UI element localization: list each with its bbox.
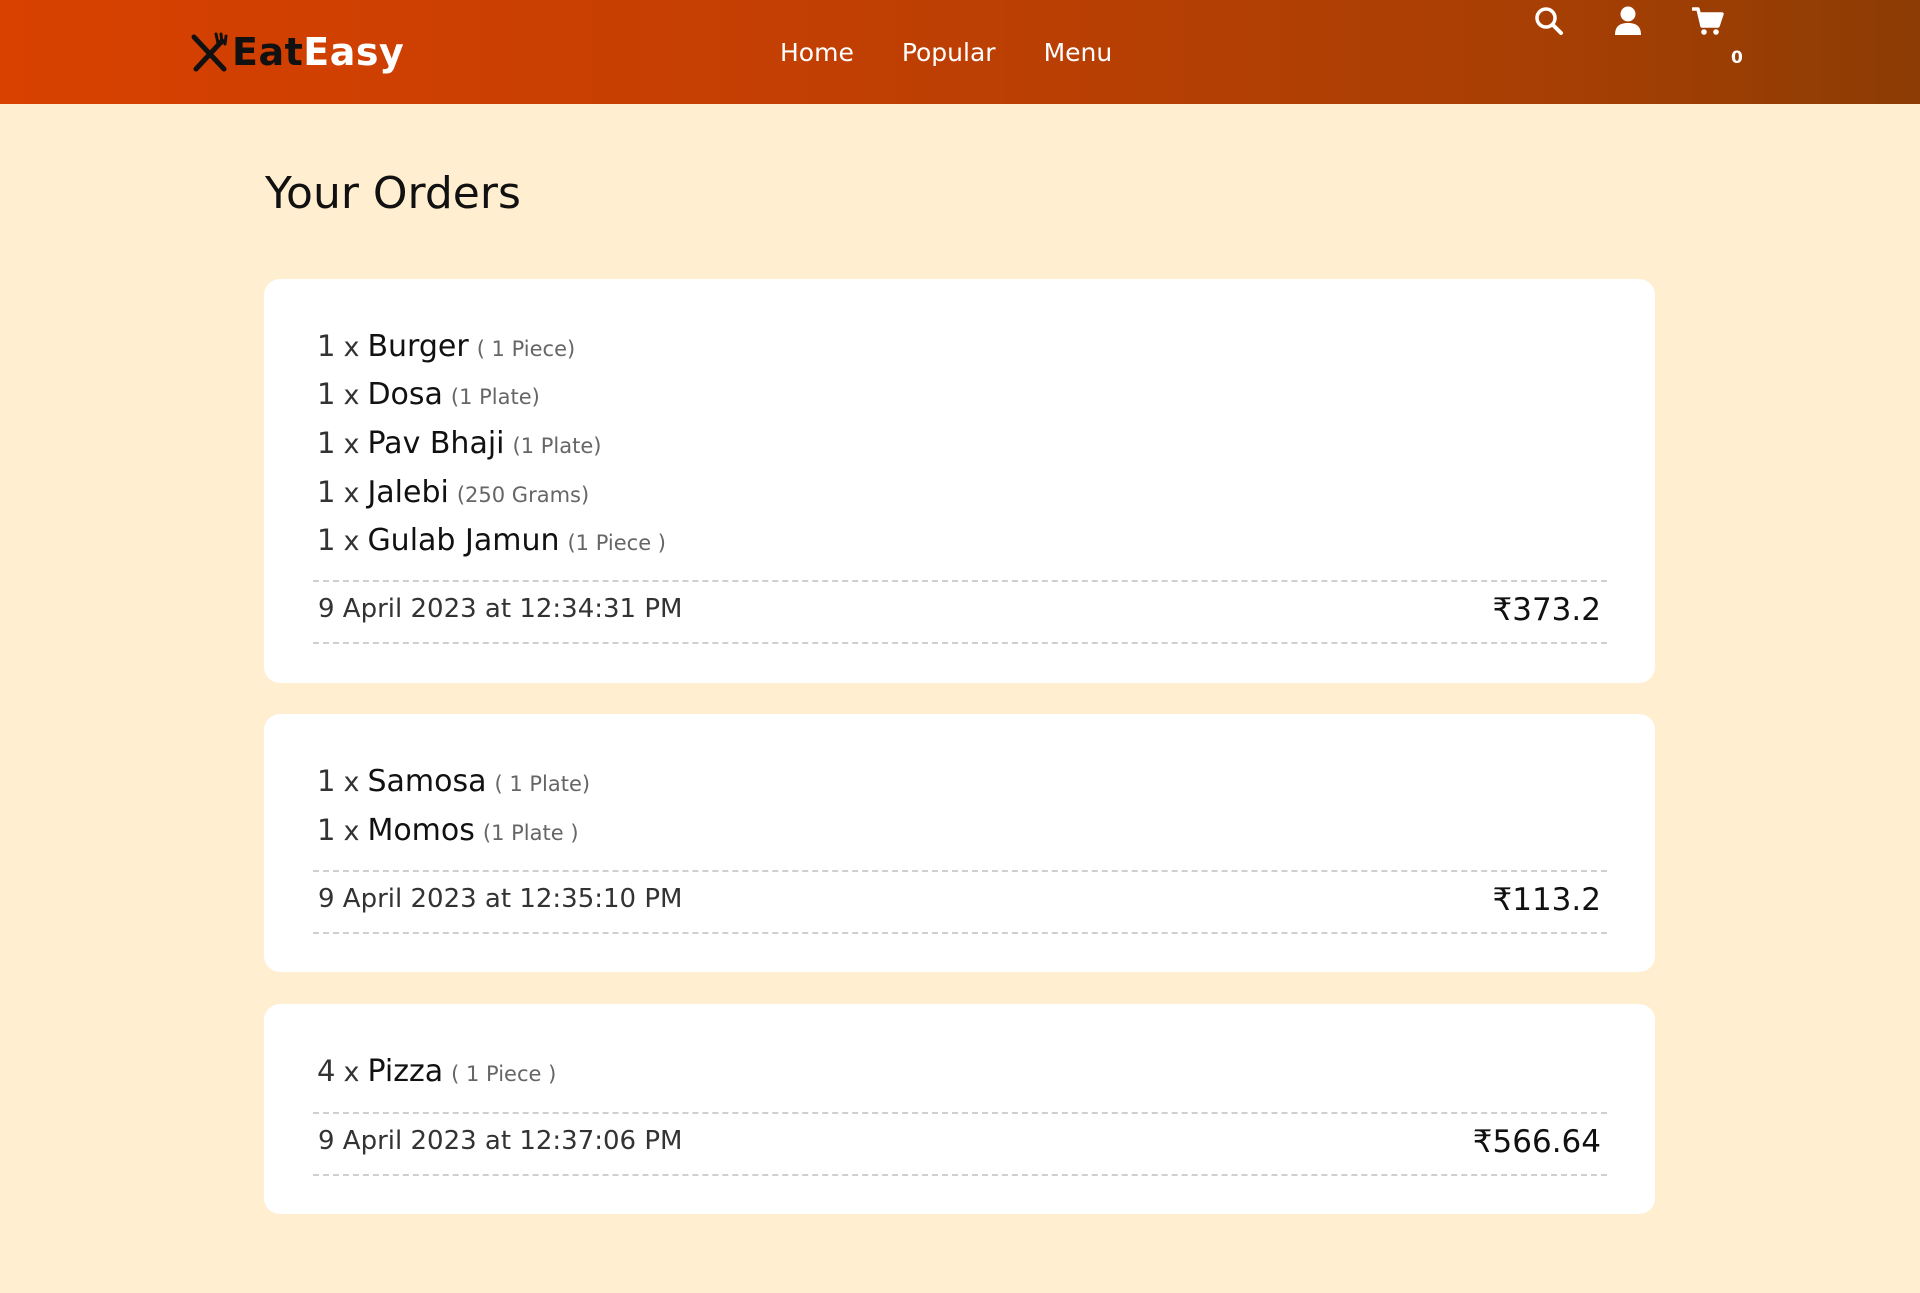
item-name: Samosa (367, 764, 487, 799)
cart-count-badge: 0 (1731, 48, 1743, 68)
item-unit: (1 Plate ) (482, 821, 579, 845)
order-item: 1 x Momos (1 Plate ) (317, 813, 579, 848)
brand-name-part2: Easy (303, 30, 405, 74)
order-summary: 9 April 2023 at 12:34:31 PM ₹373.2 (313, 580, 1607, 644)
item-name: Burger (367, 329, 469, 364)
quantity-separator: x (343, 1057, 360, 1088)
order-item: 1 x Burger ( 1 Piece) (317, 329, 575, 364)
item-unit: ( 1 Piece) (476, 337, 576, 361)
quantity-separator: x (343, 429, 360, 460)
brand-name-part1: Eat (232, 30, 304, 74)
brand-logo[interactable]: EatEasy (188, 26, 404, 78)
nav-menu-link[interactable]: Menu (1044, 38, 1113, 67)
order-total: ₹373.2 (1492, 592, 1601, 628)
order-timestamp: 9 April 2023 at 12:34:31 PM (318, 594, 683, 624)
item-name: Dosa (367, 377, 443, 412)
order-item: 1 x Samosa ( 1 Plate) (317, 764, 590, 799)
order-item: 1 x Jalebi (250 Grams) (317, 475, 589, 510)
order-timestamp: 9 April 2023 at 12:37:06 PM (318, 1126, 683, 1156)
quantity-separator: x (343, 478, 360, 509)
item-quantity: 1 (317, 377, 336, 411)
quantity-separator: x (343, 380, 360, 411)
fork-knife-icon (191, 32, 228, 72)
page-title: Your Orders (265, 168, 521, 219)
item-quantity: 1 (317, 475, 336, 509)
quantity-separator: x (343, 526, 360, 557)
item-name: Pav Bhaji (367, 426, 505, 461)
nav-home-link[interactable]: Home (780, 38, 854, 67)
cart-icon (1692, 7, 1724, 35)
item-unit: (1 Plate) (512, 434, 602, 458)
quantity-separator: x (343, 332, 360, 363)
search-icon (1535, 7, 1563, 35)
order-card: 1 x Samosa ( 1 Plate) 1 x Momos (1 Plate ) 9 A… (264, 714, 1655, 972)
item-quantity: 1 (317, 764, 336, 798)
item-unit: (1 Plate) (450, 385, 540, 409)
nav-links: Home Popular Menu (780, 30, 1112, 74)
quantity-separator: x (343, 767, 360, 798)
order-card: 1 x Burger( 1 Piece) 1 x Dosa (1 Plate) 1 x Pav… (264, 279, 1655, 683)
order-total: ₹566.64 (1472, 1124, 1601, 1160)
account-button[interactable] (1614, 6, 1642, 36)
item-quantity: 1 (317, 426, 336, 460)
item-quantity: 1 (317, 813, 336, 847)
order-total: ₹113.2 (1492, 882, 1601, 918)
item-name: Gulab Jamun (367, 523, 560, 558)
item-unit: (250 Grams) (456, 483, 590, 507)
item-quantity: 4 (317, 1054, 336, 1088)
item-unit: ( 1 Piece ) (451, 1062, 557, 1086)
order-timestamp: 9 April 2023 at 12:35:10 PM (318, 884, 683, 914)
item-unit: ( 1 Plate) (494, 772, 591, 796)
cart-button[interactable] (1692, 6, 1724, 36)
order-item: 1 x Gulab Jamun (1 Piece ) (317, 523, 666, 558)
item-quantity: 1 (317, 329, 336, 363)
item-name: Momos (367, 813, 475, 848)
order-card: 4 x Pizza ( 1 Piece ) 9 April 2023 at 12:37… (264, 1004, 1655, 1214)
order-summary: 9 April 2023 at 12:35:10 PM ₹113.2 (313, 870, 1607, 934)
item-quantity: 1 (317, 523, 336, 557)
navbar: EatEasy Home Popular Menu 0 (0, 0, 1920, 104)
order-item: 1 x Dosa (1 Plate) (317, 377, 540, 412)
item-unit: (1 Piece ) (567, 531, 667, 555)
search-button[interactable] (1534, 6, 1564, 36)
order-summary: 9 April 2023 at 12:37:06 PM ₹566.64 (313, 1112, 1607, 1176)
order-item: 1 x Pav Bhaji (1 Plate) (317, 426, 601, 461)
item-name: Pizza (367, 1054, 444, 1089)
nav-popular-link[interactable]: Popular (902, 38, 996, 67)
order-item: 4 x Pizza ( 1 Piece ) (317, 1054, 556, 1089)
user-icon (1615, 6, 1641, 35)
quantity-separator: x (343, 816, 360, 847)
item-name: Jalebi (367, 475, 449, 510)
